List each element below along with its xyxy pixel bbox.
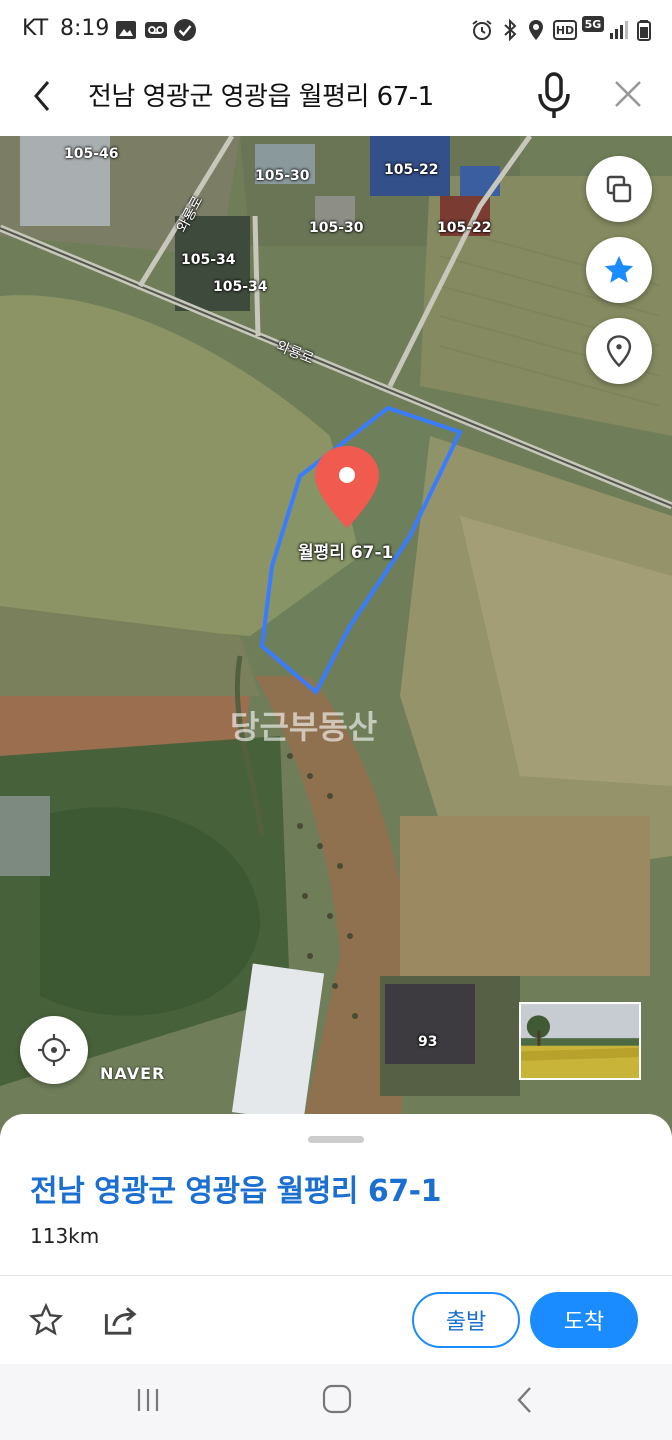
search-query[interactable]: 전남 영광군 영광읍 월평리 67-1 (88, 76, 434, 113)
check-circle-icon (174, 19, 196, 41)
parcel-label: 93 (418, 1034, 438, 1050)
parcel-label: 105-46 (64, 146, 119, 162)
place-title: 전남 영광군 영광읍 월평리 67-1 (30, 1174, 441, 1209)
street-view-image (521, 1004, 639, 1078)
clock: 8:19 (60, 16, 110, 41)
microphone-icon[interactable] (534, 70, 574, 122)
hd-icon: HD (553, 20, 577, 40)
layers-button[interactable] (586, 156, 652, 222)
carrier-label: KT (22, 16, 49, 41)
watermark-text: 당근부동산 (230, 708, 378, 746)
divider (0, 1275, 672, 1276)
alarm-icon (472, 20, 492, 40)
bluetooth-icon (504, 18, 517, 42)
signal-icon (610, 21, 628, 39)
favorite-button[interactable] (586, 237, 652, 303)
location-icon (529, 20, 543, 40)
close-icon[interactable] (610, 76, 646, 112)
street-view-thumbnail[interactable] (519, 1002, 641, 1080)
back-arrow-icon[interactable] (26, 76, 58, 116)
place-bottom-sheet: 전남 영광군 영광읍 월평리 67-1 113km 출발 도착 (0, 1114, 672, 1364)
parcel-label: 105-22 (384, 162, 439, 178)
layers-icon (606, 175, 632, 203)
status-bar: KT 8:19 HD 5G (0, 0, 672, 60)
share-icon[interactable] (102, 1302, 140, 1338)
crosshair-icon (38, 1034, 70, 1066)
location-marker-button[interactable] (586, 318, 652, 384)
current-location-button[interactable] (20, 1016, 88, 1084)
pin-label: 월평리 67-1 (298, 543, 394, 563)
home-icon[interactable] (320, 1382, 354, 1416)
back-nav-icon[interactable] (510, 1384, 540, 1416)
location-pin-icon[interactable] (313, 444, 381, 532)
parcel-label: 105-30 (309, 220, 364, 236)
depart-button[interactable]: 출발 (412, 1292, 520, 1348)
parcel-label: 105-34 (181, 252, 236, 268)
voicemail-icon (145, 22, 167, 38)
parcel-label: 105-34 (213, 279, 268, 295)
map-marker-outline-icon (606, 335, 632, 368)
parcel-outline (259, 405, 463, 696)
naver-logo: NAVER (100, 1064, 166, 1083)
recent-apps-icon[interactable] (132, 1384, 164, 1416)
search-header: 전남 영광군 영광읍 월평리 67-1 (0, 60, 672, 136)
system-nav-bar (0, 1364, 672, 1440)
image-icon (116, 21, 136, 39)
5g-icon: 5G (582, 16, 604, 32)
arrive-button[interactable]: 도착 (530, 1292, 638, 1348)
parcel-label: 105-22 (437, 220, 492, 236)
satellite-map[interactable]: 105-46 105-30 105-22 105-30 105-22 105-3… (0, 136, 672, 1136)
star-outline-icon[interactable] (28, 1302, 64, 1338)
star-filled-icon (604, 255, 634, 283)
distance-label: 113km (30, 1224, 100, 1248)
parcel-label: 105-30 (255, 168, 310, 184)
drag-handle[interactable] (308, 1136, 364, 1143)
battery-icon (637, 20, 651, 41)
